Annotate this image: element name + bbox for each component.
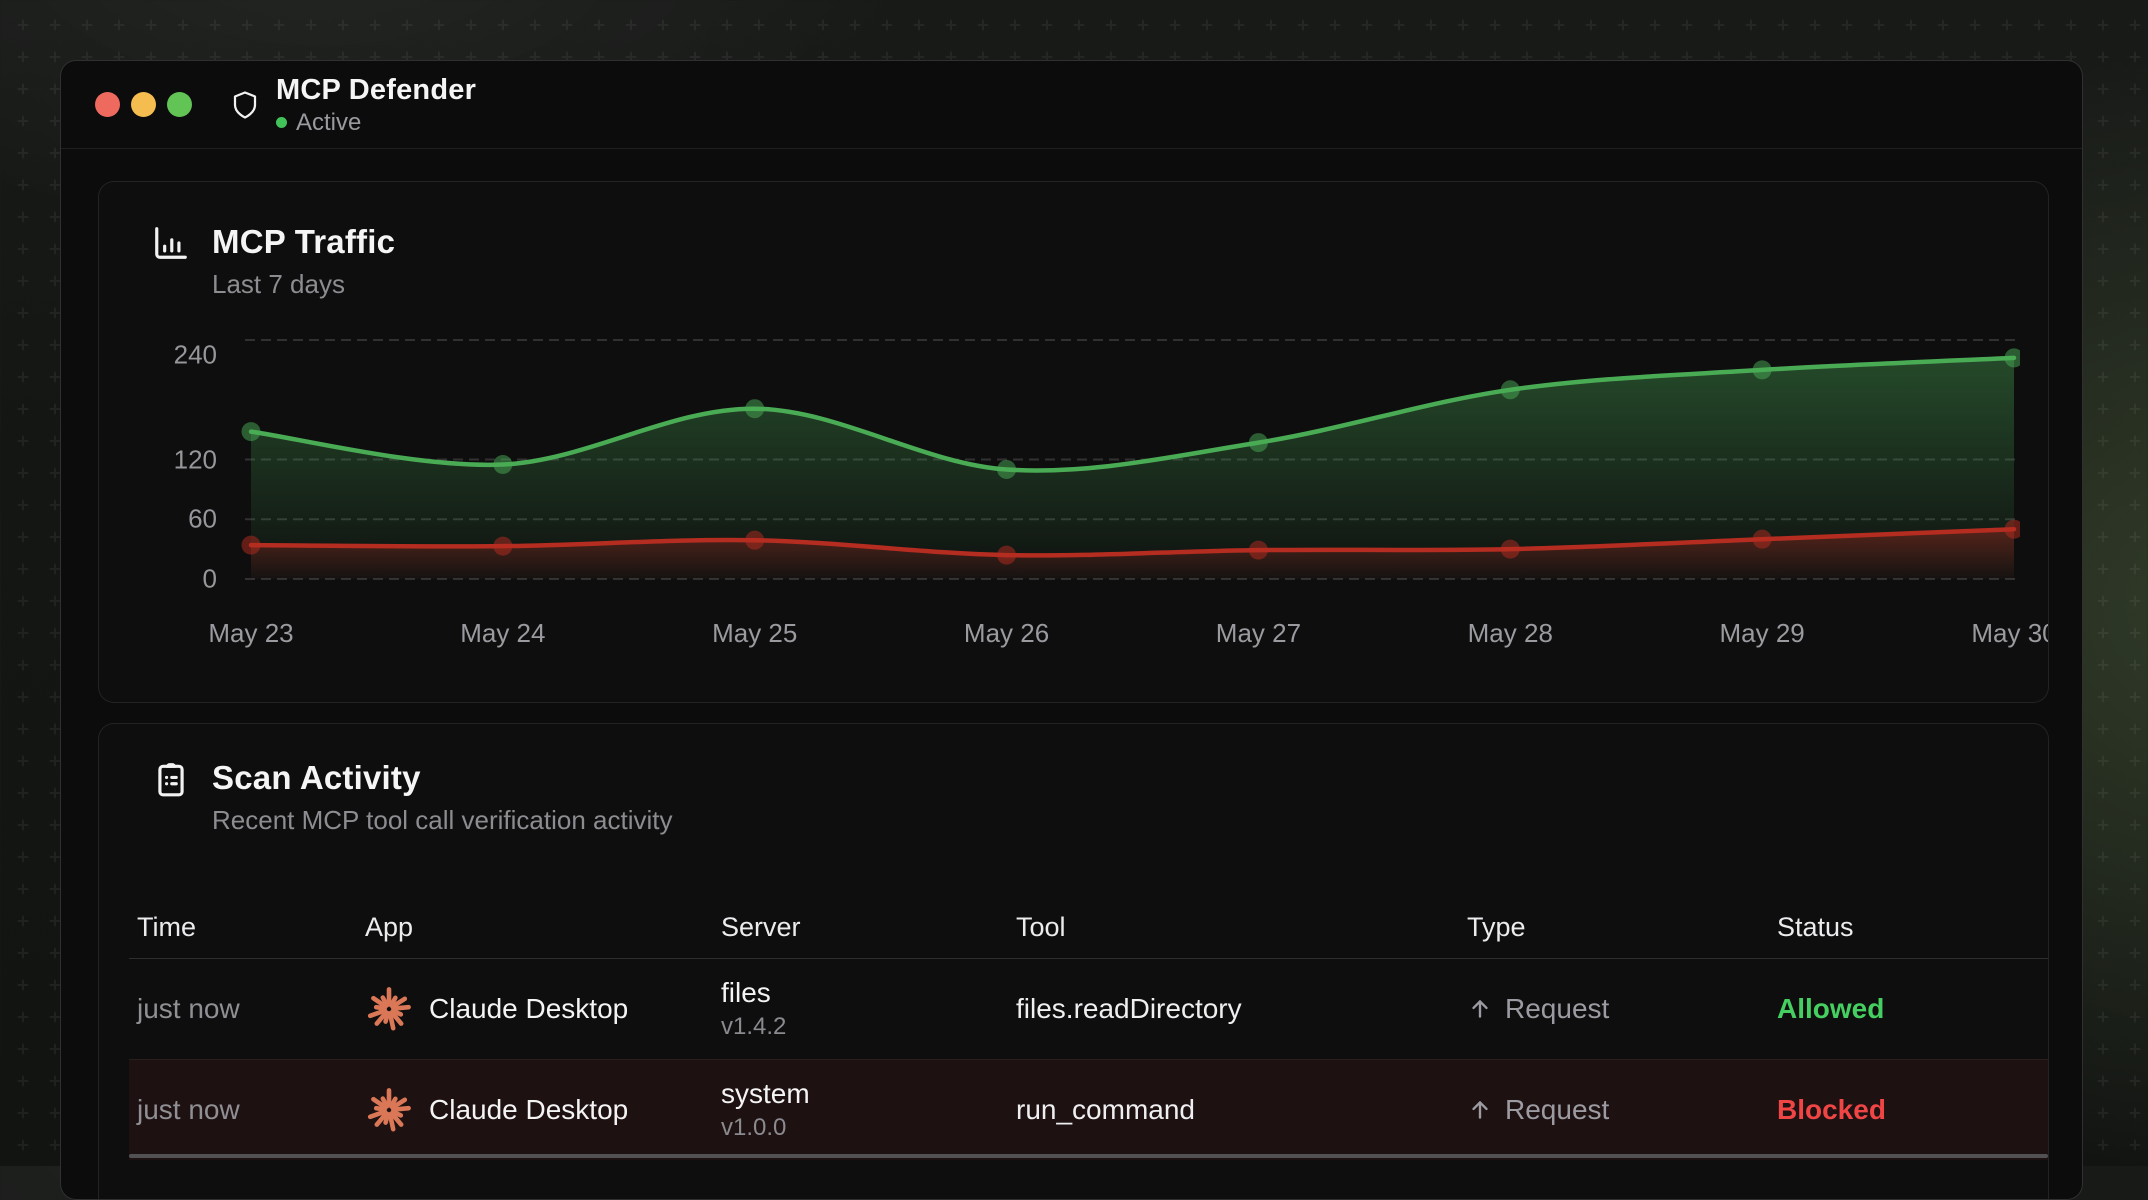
scan-card-subtitle: Recent MCP tool call verification activi… [212,804,672,836]
x-axis-tick: May 28 [1468,618,1553,649]
bar-chart-icon [152,224,190,300]
row-app: Claude Desktop [357,1086,713,1134]
traffic-area-chart [229,327,2020,597]
window-controls [95,92,192,117]
column-header-tool: Tool [1008,912,1459,943]
x-axis-tick: May 23 [208,618,293,649]
row-server: files v1.4.2 [713,977,1008,1041]
table-row[interactable]: just now Claude Desktop [129,1059,2048,1160]
column-header-type: Type [1459,912,1769,943]
x-axis-tick: May 25 [712,618,797,649]
close-window-button[interactable] [95,92,120,117]
column-header-server: Server [713,912,1008,943]
traffic-card-title: MCP Traffic [212,222,395,262]
table-scrollbar[interactable] [129,1154,2048,1158]
mcp-traffic-card: MCP Traffic Last 7 days 240 120 60 0 May 23… [98,181,2049,703]
row-time: just now [129,993,357,1025]
row-type: Request [1459,993,1769,1025]
status-badge: Allowed [1769,993,2048,1025]
app-window: MCP Defender Active MCP Traffic Last 7 d… [60,60,2083,1200]
row-tool: files.readDirectory [1008,993,1459,1025]
table-row[interactable]: just now Claude Desktop [129,959,2048,1059]
column-header-status: Status [1769,912,2048,943]
y-axis-tick: 60 [119,504,217,535]
row-type-label: Request [1505,993,1609,1025]
claude-logo-icon [365,1086,413,1134]
scan-activity-card: Scan Activity Recent MCP tool call verif… [98,723,2049,1200]
status-badge: Blocked [1769,1094,2048,1126]
zoom-window-button[interactable] [167,92,192,117]
x-axis-tick: May 30 [1971,618,2049,649]
row-server-name: files [721,977,1008,1009]
app-title: MCP Defender [276,73,476,107]
y-axis-tick: 240 [119,340,217,371]
x-axis-tick: May 26 [964,618,1049,649]
x-axis-tick: May 27 [1216,618,1301,649]
row-type: Request [1459,1094,1769,1126]
y-axis-tick: 120 [119,444,217,475]
row-time: just now [129,1094,357,1126]
table-header-row: Time App Server Tool Type Status [129,896,2048,959]
row-app: Claude Desktop [357,985,713,1033]
arrow-up-icon [1467,1097,1493,1123]
row-type-label: Request [1505,1094,1609,1126]
x-axis-tick: May 29 [1720,618,1805,649]
x-axis-tick: May 24 [460,618,545,649]
column-header-app: App [357,912,713,943]
scan-card-title: Scan Activity [212,758,672,798]
active-status-label: Active [296,109,361,137]
clipboard-icon [152,760,190,836]
scan-activity-table: Time App Server Tool Type Status just no… [129,896,2048,1160]
row-server-version: v1.0.0 [721,1114,1008,1142]
row-tool: run_command [1008,1094,1459,1126]
arrow-up-icon [1467,996,1493,1022]
row-server-version: v1.4.2 [721,1013,1008,1041]
row-app-name: Claude Desktop [429,1094,628,1126]
y-axis-tick: 0 [119,564,217,595]
claude-logo-icon [365,985,413,1033]
minimize-window-button[interactable] [131,92,156,117]
column-header-time: Time [129,912,357,943]
shield-icon [230,88,260,122]
row-server: system v1.0.0 [713,1078,1008,1142]
traffic-card-subtitle: Last 7 days [212,268,395,300]
row-app-name: Claude Desktop [429,993,628,1025]
active-status-dot [276,117,287,128]
row-server-name: system [721,1078,1008,1110]
titlebar: MCP Defender Active [61,61,2082,149]
